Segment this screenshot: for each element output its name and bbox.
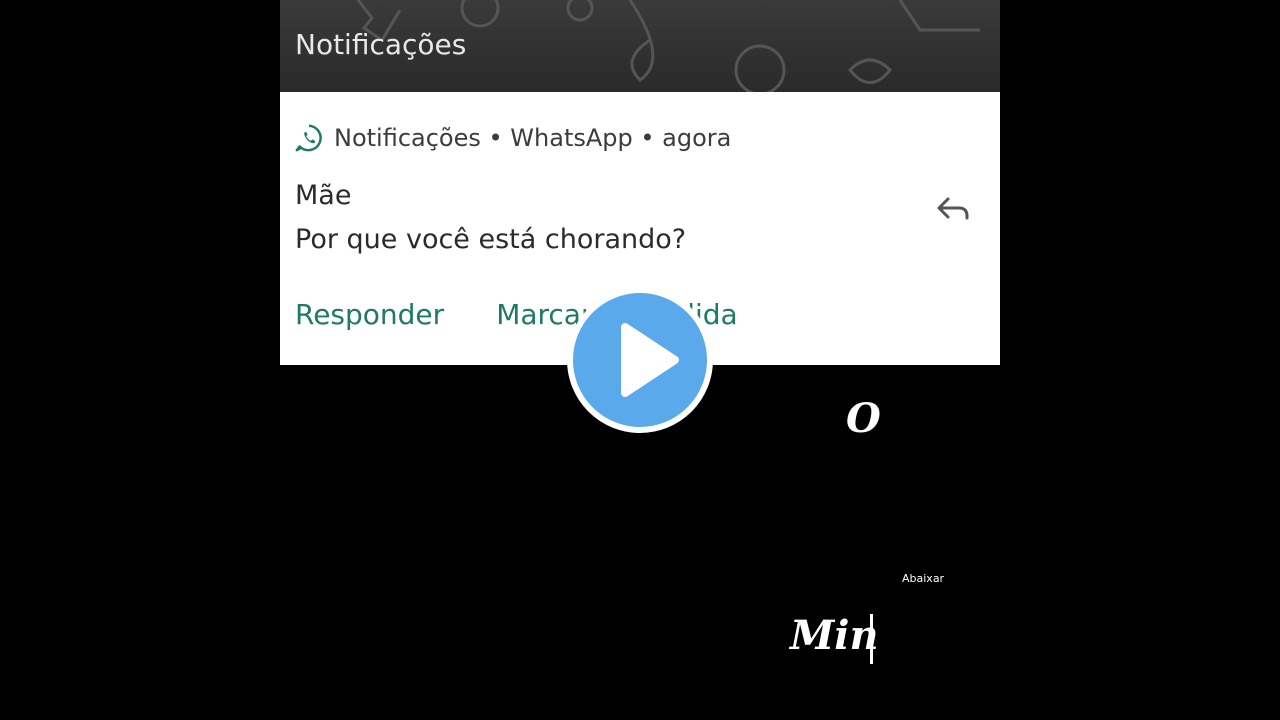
text-cursor — [870, 614, 873, 664]
notification-header-text: Notificações • WhatsApp • agora — [334, 124, 732, 152]
message-text: Por que você está chorando? — [295, 224, 687, 255]
reply-arrow-icon[interactable] — [935, 192, 971, 228]
notifications-title: Notificações — [295, 28, 467, 61]
small-caption: Abaixar — [902, 572, 945, 585]
play-button[interactable] — [567, 287, 713, 433]
notification-header: Notificações • WhatsApp • agora — [294, 122, 731, 154]
play-icon — [621, 323, 679, 397]
sender-name: Mãe — [295, 180, 352, 211]
wallpaper-header: Notificações — [280, 0, 1000, 92]
whatsapp-icon — [295, 124, 322, 152]
lyric-line-1: O — [846, 395, 881, 442]
lyric-line-3: Min — [790, 612, 879, 659]
reply-button[interactable]: Responder — [295, 298, 444, 331]
